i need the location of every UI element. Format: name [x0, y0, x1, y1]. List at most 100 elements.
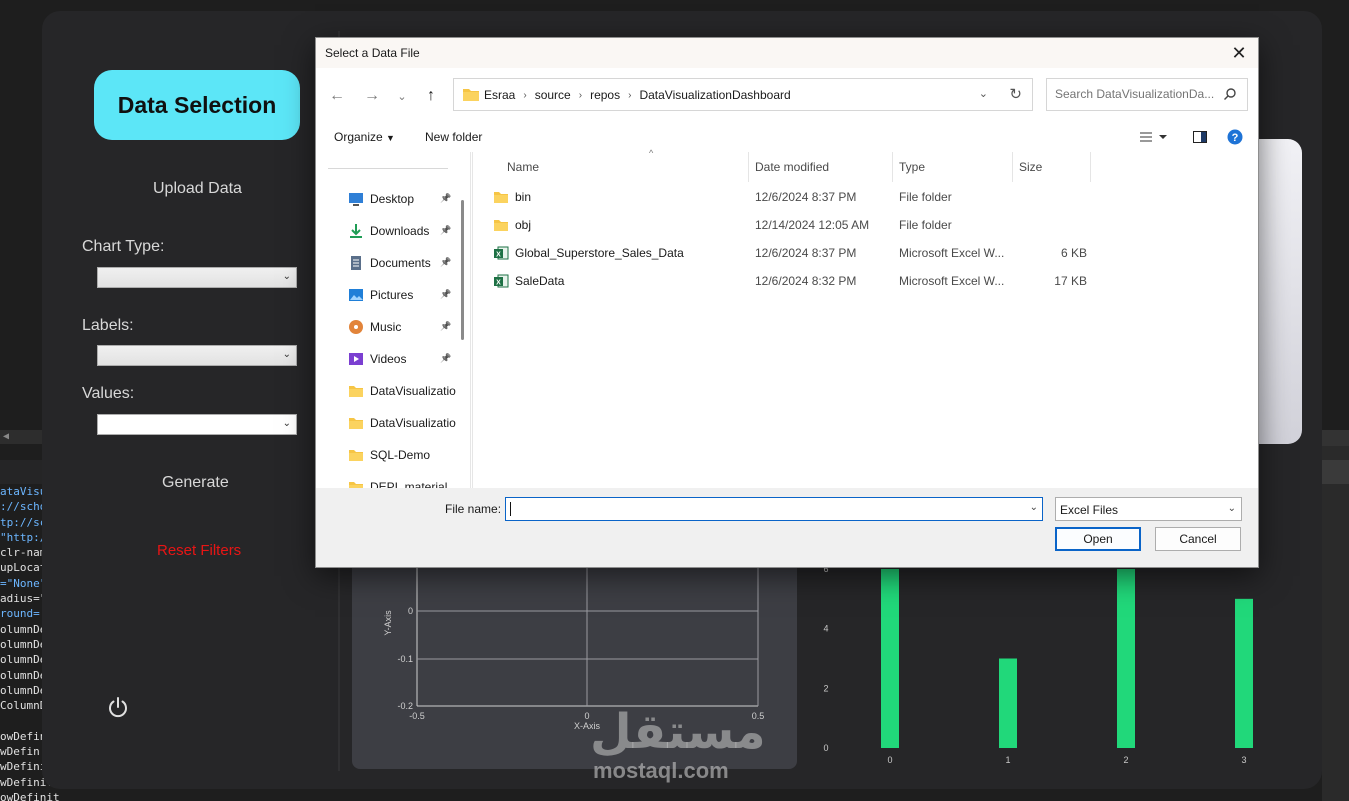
file-row[interactable]: X SaleData 12/6/2024 8:32 PM Microsoft Exce… [473, 267, 1093, 295]
pin-icon[interactable]: 📌 [440, 321, 451, 332]
back-arrow-icon[interactable]: ← [326, 85, 348, 107]
file-size: 17 KB [1054, 274, 1087, 288]
downloads-icon [350, 224, 362, 238]
chevron-right-icon[interactable]: › [628, 90, 631, 101]
refresh-icon[interactable]: ↻ [1009, 85, 1022, 103]
file-row[interactable]: X Global_Superstore_Sales_Data 12/6/2024 8… [473, 239, 1093, 267]
close-icon[interactable]: ✕ [1228, 42, 1250, 64]
file-name-field[interactable]: ⌄ [505, 497, 1043, 521]
column-header-date[interactable]: Date modified [749, 152, 893, 182]
y-tick-label: 2 [823, 683, 828, 693]
upload-data-button[interactable]: Upload Data [153, 180, 242, 198]
dialog-toolbar: Organize ▼ New folder ? [316, 122, 1258, 152]
folder-icon [493, 217, 509, 233]
generate-button[interactable]: Generate [162, 474, 229, 492]
values-label: Values: [82, 385, 135, 402]
address-bar[interactable]: Esraa › source › repos › DataVisualizationDash… [453, 78, 1033, 111]
file-date: 12/14/2024 12:05 AM [755, 218, 870, 232]
y-tick-label: 0 [408, 606, 413, 616]
chevron-down-icon[interactable]: ⌄ [979, 87, 988, 100]
folder-icon [349, 482, 363, 488]
nav-item-datavisualizatio[interactable]: DataVisualizatio [348, 411, 458, 435]
file-list-pane: Name ^ Date modified Type Size bin 12/6/20… [472, 148, 1258, 488]
preview-pane-icon[interactable] [1192, 129, 1208, 148]
recent-locations-chevron-icon[interactable]: ⌄ [391, 85, 413, 107]
reset-filters-button[interactable]: Reset Filters [157, 542, 241, 559]
power-icon[interactable] [106, 695, 130, 719]
column-header-size[interactable]: Size [1013, 152, 1091, 182]
file-open-dialog: Select a Data File ✕ ← → ⌄ ↑ Esraa › sourc… [315, 37, 1259, 568]
nav-pane-scrollbar[interactable] [461, 200, 464, 340]
nav-item-depi-material[interactable]: DEPI_material [348, 475, 458, 488]
videos-icon [349, 353, 363, 365]
x-tick-label: 1 [1005, 755, 1010, 765]
column-header-type[interactable]: Type [893, 152, 1013, 182]
chevron-down-icon: ⌄ [282, 271, 291, 282]
watermark-url: mostaql.com [593, 758, 729, 783]
open-button[interactable]: Open [1055, 527, 1141, 551]
nav-item-sql-demo[interactable]: SQL-Demo [348, 443, 458, 467]
bar [999, 658, 1017, 748]
values-select[interactable]: ⌄ [97, 414, 297, 435]
y-tick-label: 0 [823, 743, 828, 753]
chart-type-select[interactable]: ⌄ [97, 267, 297, 288]
file-name-input[interactable] [510, 502, 1010, 516]
cancel-button[interactable]: Cancel [1155, 527, 1241, 551]
sidebar: Data Selection Upload Data Chart Type: ⌄… [42, 11, 342, 789]
file-row[interactable]: bin 12/6/2024 8:37 PM File folder [473, 183, 1093, 211]
pin-icon[interactable]: 📌 [440, 289, 451, 300]
breadcrumb-item[interactable]: source [535, 88, 571, 102]
search-icon [1224, 88, 1236, 100]
pin-icon[interactable]: 📌 [440, 193, 451, 204]
nav-item-label: Desktop [370, 192, 415, 206]
nav-item-datavisualizatio[interactable]: DataVisualizatio [348, 379, 458, 403]
pin-icon[interactable]: 📌 [440, 353, 451, 364]
organize-menu[interactable]: Organize ▼ [334, 130, 395, 144]
breadcrumb-item[interactable]: DataVisualizationDashboard [639, 88, 790, 102]
column-header-name[interactable]: Name ^ [501, 148, 749, 182]
pin-icon[interactable]: 📌 [440, 257, 451, 268]
navigation-pane: Desktop 📌 Downloads 📌 Documents 📌 Pictures 📌 Mus… [316, 152, 471, 488]
breadcrumb-item[interactable]: repos [590, 88, 620, 102]
nav-item-label: DEPI_material [370, 480, 448, 488]
data-selection-button[interactable]: Data Selection [94, 70, 300, 140]
nav-item-label: Documents [370, 256, 431, 270]
bar [1117, 569, 1135, 748]
file-type-select[interactable]: Excel Files ⌄ [1055, 497, 1242, 521]
breadcrumb-item[interactable]: Esraa [484, 88, 515, 102]
bar [881, 569, 899, 748]
up-arrow-icon[interactable]: ↑ [420, 85, 442, 107]
x-tick-label: 0 [887, 755, 892, 765]
file-type: File folder [899, 218, 952, 232]
new-folder-button[interactable]: New folder [425, 130, 482, 144]
file-type: Microsoft Excel W... [899, 274, 1005, 288]
chevron-down-icon: ⌄ [1227, 503, 1236, 514]
chart-type-label: Chart Type: [82, 238, 165, 255]
file-date: 12/6/2024 8:37 PM [755, 190, 857, 204]
dialog-bottom-bar: File name: ⌄ Excel Files ⌄ Open Cancel [316, 488, 1258, 567]
chevron-down-icon[interactable]: ⌄ [1030, 502, 1038, 513]
file-type: File folder [899, 190, 952, 204]
forward-arrow-icon[interactable]: → [361, 85, 383, 107]
folder-icon [463, 89, 479, 101]
text-caret [510, 502, 511, 516]
nav-item-label: DataVisualizatio [370, 384, 456, 398]
file-row[interactable]: obj 12/14/2024 12:05 AM File folder [473, 211, 1093, 239]
nav-item-label: Downloads [370, 224, 430, 238]
chevron-right-icon[interactable]: › [523, 90, 526, 101]
file-name: obj [515, 218, 532, 232]
x-tick-label: 2 [1123, 755, 1128, 765]
chevron-right-icon[interactable]: › [579, 90, 582, 101]
watermark-logo: مستقل [590, 706, 766, 759]
file-date: 12/6/2024 8:32 PM [755, 274, 857, 288]
file-date: 12/6/2024 8:37 PM [755, 246, 857, 260]
search-box[interactable] [1046, 78, 1248, 111]
chevron-down-icon: ⌄ [282, 349, 291, 360]
help-icon[interactable]: ? [1227, 129, 1243, 148]
pin-icon[interactable]: 📌 [440, 225, 451, 236]
labels-select[interactable]: ⌄ [97, 345, 297, 366]
search-input[interactable] [1055, 87, 1215, 101]
view-options-icon[interactable] [1139, 129, 1169, 148]
desktop-icon [349, 193, 363, 206]
x-tick-label: -0.5 [409, 711, 425, 721]
